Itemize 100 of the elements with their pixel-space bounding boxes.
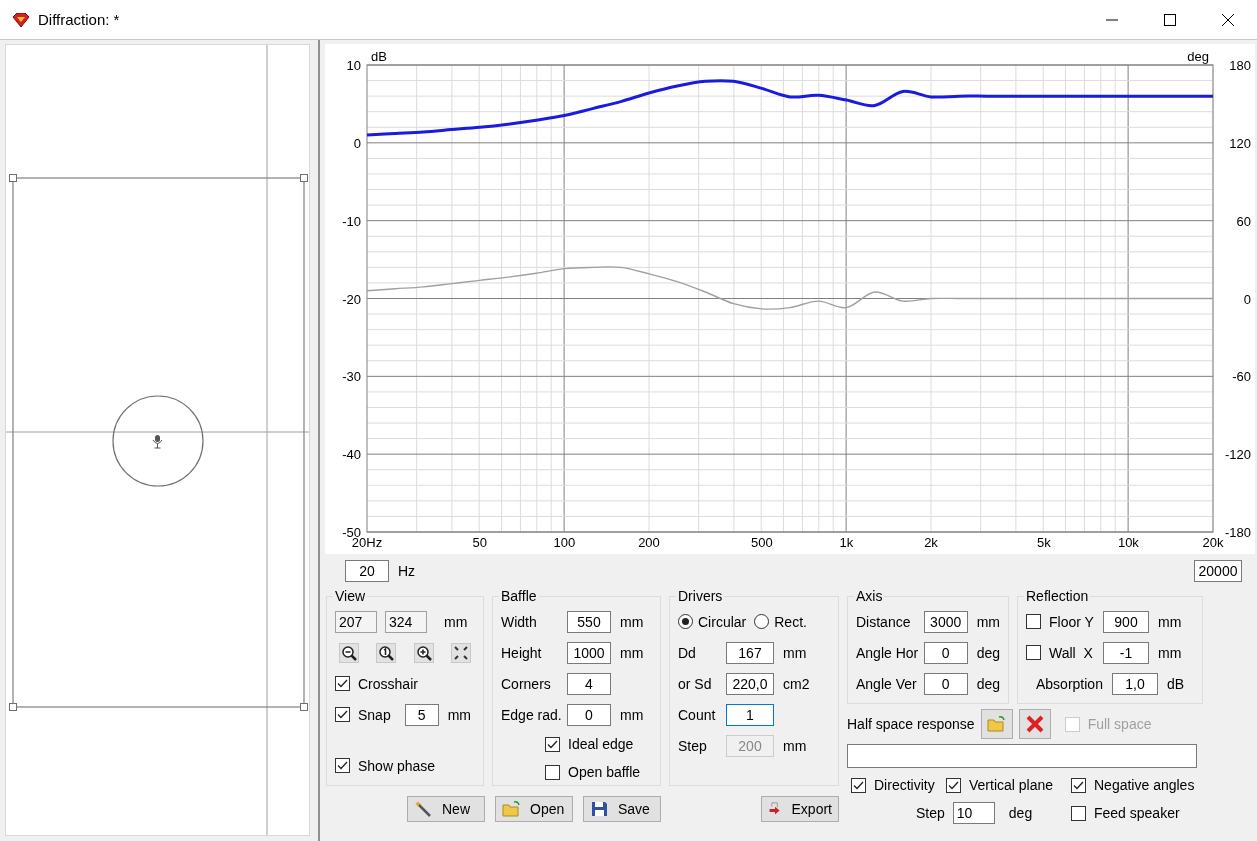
number-field[interactable]: 0: [567, 703, 611, 726]
unit-label: cm2: [783, 675, 810, 692]
axis-tick-label: 0: [353, 135, 361, 151]
zoom-in-icon[interactable]: [413, 642, 434, 663]
save-button[interactable]: Save: [583, 796, 661, 822]
fit-view-icon[interactable]: [451, 642, 471, 663]
number-field[interactable]: 5: [404, 703, 439, 726]
number-field[interactable]: 167: [726, 641, 774, 664]
field-label: Wall X: [1049, 644, 1094, 661]
coordinate-field[interactable]: 324: [385, 610, 427, 633]
checkbox[interactable]: [1071, 777, 1086, 793]
field-label: Angle Ver: [856, 675, 918, 692]
file-path-field[interactable]: [847, 744, 1197, 768]
checkbox-label: Ideal edge: [568, 736, 634, 752]
checkbox[interactable]: [946, 777, 961, 793]
axis-tick-label: -10: [342, 213, 361, 229]
field-label: Dd: [678, 644, 697, 661]
axis-tick-label: -40: [342, 447, 361, 463]
checkbox-label: Full space: [1087, 716, 1152, 732]
microphone-icon: [152, 435, 163, 449]
number-field[interactable]: 1000: [567, 641, 611, 664]
radio-button[interactable]: [678, 614, 693, 629]
axis-tick-label: 10k: [1117, 535, 1139, 550]
zoom-reset-icon[interactable]: [376, 642, 397, 663]
number-field[interactable]: 550: [567, 610, 611, 633]
frequency-field[interactable]: 20000: [1194, 560, 1242, 582]
gem-icon: [12, 12, 30, 27]
number-field[interactable]: 4: [567, 672, 611, 695]
axis-tick-label: -20: [342, 291, 361, 307]
number-field[interactable]: 10: [952, 802, 995, 824]
open-button[interactable]: Open: [495, 796, 573, 822]
group-title: View: [334, 588, 367, 604]
checkbox[interactable]: [1071, 805, 1086, 821]
field-label: Half space response: [847, 716, 975, 732]
axis-unit-label: deg: [1187, 49, 1209, 64]
number-field[interactable]: 220,0: [726, 672, 774, 695]
unit-label: mm: [444, 613, 468, 630]
maximize-icon[interactable]: [1164, 13, 1176, 26]
checkbox[interactable]: [545, 764, 560, 780]
field-label: or Sd: [678, 675, 713, 692]
axis-tick-label: 1k: [839, 535, 854, 550]
field-label: Floor Y: [1049, 613, 1095, 630]
field-label: Edge rad.: [501, 706, 563, 723]
axis-tick-label: -60: [1232, 369, 1251, 385]
unit-label: Hz: [398, 563, 416, 579]
checkbox-label: Negative angles: [1094, 777, 1195, 793]
folder-icon: [502, 800, 522, 818]
delete-button[interactable]: [1018, 709, 1051, 739]
field-label: Count: [678, 706, 717, 723]
axis-tick-label: 500: [750, 535, 773, 550]
group-title: Axis: [855, 588, 884, 604]
axis-tick-label: -180: [1224, 525, 1251, 540]
radio-button[interactable]: [754, 614, 770, 629]
number-field[interactable]: 1: [726, 703, 774, 726]
driver-circle[interactable]: [112, 395, 204, 487]
number-field[interactable]: -1: [1103, 641, 1149, 664]
axis-tick-label: 200: [638, 535, 660, 550]
axis-tick-label: 60: [1236, 213, 1251, 229]
unit-label: mm: [976, 613, 1000, 630]
export-button[interactable]: Export: [761, 796, 839, 822]
field-label: Step: [678, 737, 708, 754]
unit-label: mm: [620, 644, 644, 661]
unit-label: mm: [620, 706, 644, 723]
number-field[interactable]: 0: [923, 641, 968, 664]
checkbox[interactable]: [1026, 645, 1041, 660]
number-field[interactable]: 0: [923, 672, 968, 695]
new-button[interactable]: New: [407, 796, 485, 822]
axis-tick-label: 0: [1243, 291, 1251, 307]
close-icon[interactable]: [1222, 13, 1234, 26]
number-field[interactable]: 1,0: [1112, 672, 1158, 695]
checkbox-label: Directivity: [874, 777, 935, 793]
checkbox[interactable]: [335, 758, 350, 773]
field-label: Absorption: [1035, 675, 1104, 692]
unit-label: deg: [976, 644, 1000, 661]
number-field[interactable]: 900: [1103, 610, 1149, 633]
group-title: Drivers: [677, 588, 724, 604]
unit-label: mm: [783, 644, 807, 661]
checkbox-label: Open baffle: [568, 764, 641, 780]
checkbox[interactable]: [851, 777, 866, 793]
checkbox[interactable]: [545, 736, 560, 752]
unit-label: mm: [447, 706, 472, 723]
delete-x-icon: [1024, 715, 1045, 733]
checkbox[interactable]: [1026, 614, 1041, 629]
zoom-out-icon[interactable]: [339, 642, 359, 663]
checkbox-label: Snap: [358, 706, 391, 723]
checkbox[interactable]: [335, 676, 350, 691]
checkbox[interactable]: [335, 707, 350, 722]
group-title: Baffle: [500, 588, 538, 604]
frequency-field[interactable]: 20: [345, 560, 389, 582]
axis-unit-label: dB: [371, 49, 387, 64]
field-label: Height: [501, 644, 543, 661]
checkbox-label: Feed speaker: [1094, 805, 1180, 821]
unit-label: deg: [1008, 805, 1033, 821]
axis-tick-label: 180: [1229, 58, 1251, 73]
field-label: Distance: [856, 613, 912, 630]
number-field[interactable]: 3000: [923, 610, 968, 633]
axis-tick-label: -120: [1224, 447, 1251, 463]
window-title: Diffraction: *: [38, 11, 120, 28]
unit-label: mm: [1158, 644, 1182, 661]
coordinate-field[interactable]: 207: [335, 610, 377, 633]
